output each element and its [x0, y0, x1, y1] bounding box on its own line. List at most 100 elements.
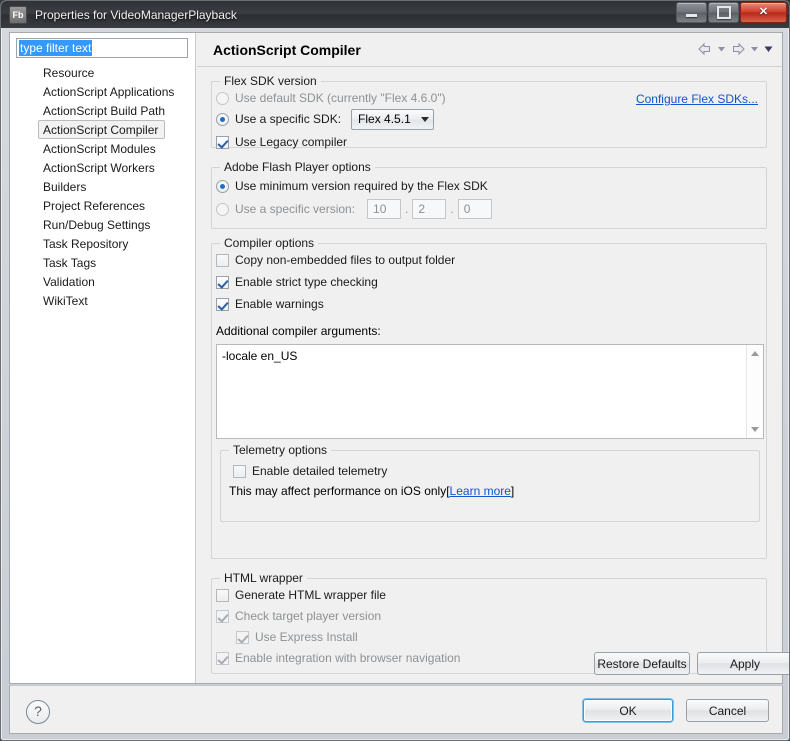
telemetry-note: This may affect performance on iOS only[… — [229, 484, 514, 498]
sidebar-item-project-references[interactable]: Project References — [14, 196, 192, 215]
telemetry-learn-more-link[interactable]: Learn more — [450, 484, 511, 498]
minimize-button[interactable] — [676, 2, 707, 23]
sidebar-item-actionscript-compiler[interactable]: ActionScript Compiler — [38, 120, 166, 139]
generate-html-wrapper-row[interactable]: Generate HTML wrapper file — [216, 585, 386, 605]
use-specific-sdk-row[interactable]: Use a specific SDK: Flex 4.5.1 — [216, 108, 434, 130]
enable-warnings-row[interactable]: Enable warnings — [216, 294, 324, 314]
sidebar-item-builders[interactable]: Builders — [14, 177, 192, 196]
use-default-sdk-radio[interactable] — [216, 91, 229, 105]
additional-compiler-arguments-input[interactable]: -locale en_US — [216, 344, 764, 439]
dialog-footer: ? OK Cancel — [9, 685, 783, 734]
strict-type-checking-row[interactable]: Enable strict type checking — [216, 272, 378, 292]
sidebar-item-actionscript-modules[interactable]: ActionScript Modules — [14, 139, 192, 158]
use-minimum-version-radio[interactable] — [216, 179, 229, 193]
use-minimum-version-label: Use minimum version required by the Flex… — [235, 179, 488, 193]
use-legacy-compiler-row[interactable]: Use Legacy compiler — [216, 132, 347, 152]
settings-tree: Resource ActionScript Applications Actio… — [10, 63, 196, 310]
enable-warnings-label: Enable warnings — [235, 297, 324, 311]
telemetry-options-group: Telemetry options Enable detailed teleme… — [220, 443, 760, 522]
use-express-install-row[interactable]: Use Express Install — [236, 627, 358, 647]
flash-player-options-legend: Adobe Flash Player options — [220, 160, 375, 174]
title-bar: Fb Properties for VideoManagerPlayback ✕ — [1, 1, 789, 28]
browser-navigation-label: Enable integration with browser navigati… — [235, 651, 461, 665]
sidebar-item-wikitext[interactable]: WikiText — [14, 291, 192, 310]
sidebar-item-task-repository[interactable]: Task Repository — [14, 234, 192, 253]
browser-navigation-checkbox[interactable] — [216, 651, 229, 665]
use-express-install-checkbox[interactable] — [236, 630, 249, 644]
version-major-input[interactable]: 10 — [367, 199, 402, 219]
scroll-up-icon[interactable] — [751, 351, 759, 356]
flash-builder-icon: Fb — [9, 5, 27, 24]
settings-page-panel: ActionScript Compiler Flex SDK version U… — [197, 33, 789, 683]
use-specific-sdk-radio[interactable] — [216, 112, 229, 126]
maximize-button[interactable] — [708, 2, 739, 23]
use-legacy-compiler-checkbox[interactable] — [216, 135, 229, 149]
sidebar-item-actionscript-build-path[interactable]: ActionScript Build Path — [14, 101, 192, 120]
version-revision-input[interactable]: 0 — [457, 199, 492, 219]
restore-defaults-button[interactable]: Restore Defaults — [594, 652, 690, 675]
forward-dropdown-caret-icon[interactable] — [749, 41, 760, 57]
telemetry-note-suffix: ] — [510, 484, 515, 498]
html-wrapper-legend: HTML wrapper — [220, 571, 307, 585]
check-target-player-row[interactable]: Check target player version — [216, 606, 381, 626]
configure-flex-sdks-link[interactable]: Configure Flex SDKs... — [636, 92, 758, 106]
use-specific-sdk-label: Use a specific SDK: — [235, 112, 342, 126]
use-legacy-compiler-label: Use Legacy compiler — [235, 135, 348, 149]
enable-telemetry-checkbox[interactable] — [233, 464, 246, 478]
chevron-down-icon[interactable] — [763, 41, 774, 57]
check-target-player-checkbox[interactable] — [216, 609, 229, 623]
flex-sdk-version-group: Flex SDK version Use default SDK (curren… — [211, 74, 767, 149]
use-specific-version-radio[interactable] — [216, 202, 229, 216]
copy-non-embedded-checkbox[interactable] — [216, 253, 229, 267]
back-arrow-icon[interactable] — [697, 41, 713, 57]
sidebar-item-resource[interactable]: Resource — [14, 63, 192, 82]
close-button[interactable]: ✕ — [740, 2, 787, 23]
version-minor-input[interactable]: 2 — [412, 199, 447, 219]
strict-type-checking-checkbox[interactable] — [216, 275, 229, 289]
scroll-down-icon[interactable] — [751, 427, 759, 432]
page-header: ActionScript Compiler — [197, 33, 782, 67]
sidebar-item-validation[interactable]: Validation — [14, 272, 192, 291]
window-controls: ✕ — [675, 2, 787, 23]
textarea-scrollbar[interactable] — [746, 345, 763, 438]
cancel-button[interactable]: Cancel — [686, 699, 769, 722]
chevron-down-icon — [420, 116, 429, 122]
back-dropdown-caret-icon[interactable] — [716, 41, 727, 57]
generate-html-wrapper-label: Generate HTML wrapper file — [235, 588, 386, 602]
forward-arrow-icon[interactable] — [730, 41, 746, 57]
sidebar-item-actionscript-workers[interactable]: ActionScript Workers — [14, 158, 192, 177]
strict-type-checking-label: Enable strict type checking — [235, 275, 378, 289]
apply-button[interactable]: Apply — [697, 652, 789, 675]
flash-player-options-group: Adobe Flash Player options Use minimum v… — [211, 160, 767, 229]
sdk-version-value: Flex 4.5.1 — [358, 112, 411, 126]
version-separator-2: . — [450, 202, 454, 216]
sidebar-item-actionscript-applications[interactable]: ActionScript Applications — [14, 82, 192, 101]
enable-telemetry-row[interactable]: Enable detailed telemetry — [233, 461, 387, 481]
use-express-install-label: Use Express Install — [255, 630, 358, 644]
telemetry-options-legend: Telemetry options — [229, 443, 332, 457]
use-specific-version-label: Use a specific version: — [235, 202, 356, 216]
help-icon[interactable]: ? — [26, 700, 50, 724]
close-icon: ✕ — [758, 6, 769, 18]
enable-telemetry-label: Enable detailed telemetry — [252, 464, 388, 478]
compiler-options-legend: Compiler options — [220, 236, 319, 250]
check-target-player-label: Check target player version — [235, 609, 382, 623]
browser-navigation-row[interactable]: Enable integration with browser navigati… — [216, 648, 460, 668]
enable-warnings-checkbox[interactable] — [216, 297, 229, 311]
minimize-icon — [686, 14, 697, 17]
sidebar-item-task-tags[interactable]: Task Tags — [14, 253, 192, 272]
filter-input[interactable]: type filter text — [16, 38, 188, 58]
flex-sdk-version-legend: Flex SDK version — [220, 74, 321, 88]
generate-html-wrapper-checkbox[interactable] — [216, 588, 229, 602]
use-minimum-version-row[interactable]: Use minimum version required by the Flex… — [216, 176, 488, 196]
maximize-icon — [716, 6, 731, 19]
properties-dialog-window: Fb Properties for VideoManagerPlayback ✕… — [0, 0, 790, 741]
copy-non-embedded-row[interactable]: Copy non-embedded files to output folder — [216, 250, 455, 270]
use-specific-version-row[interactable]: Use a specific version: 10 . 2 . 0 — [216, 199, 492, 219]
sidebar-item-run-debug-settings[interactable]: Run/Debug Settings — [14, 215, 192, 234]
ok-button[interactable]: OK — [583, 699, 673, 722]
telemetry-note-prefix: This may affect performance on iOS only[ — [229, 484, 450, 498]
use-default-sdk-row[interactable]: Use default SDK (currently "Flex 4.6.0") — [216, 88, 446, 108]
compiler-options-group: Compiler options Copy non-embedded files… — [211, 236, 767, 559]
sdk-version-combobox[interactable]: Flex 4.5.1 — [351, 108, 434, 130]
